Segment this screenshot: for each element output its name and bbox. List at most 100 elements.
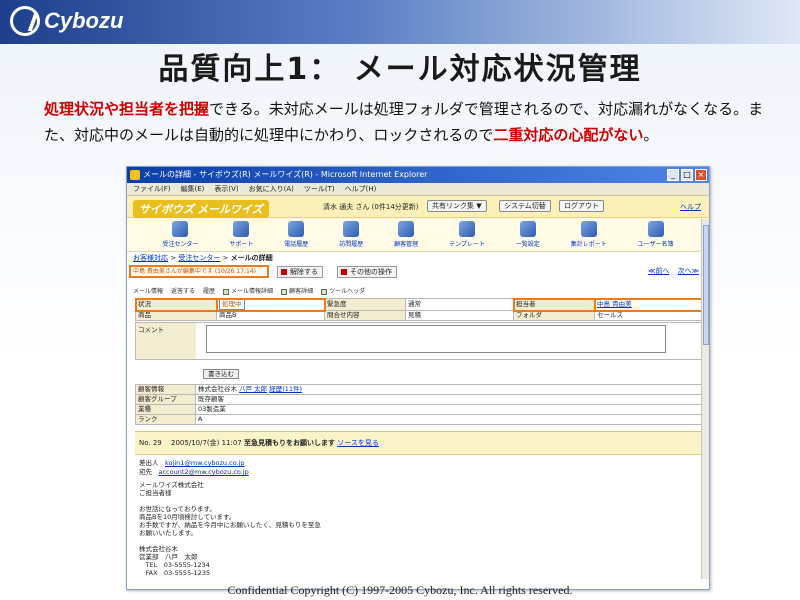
inquiry-label: 問合せ内容 — [324, 310, 406, 321]
help-link[interactable]: ヘルプ — [680, 202, 701, 212]
app-nav: 受注センター サポート 電話履歴 訪問履歴 顧客管理 テンプレート 一覧設定 集… — [127, 218, 709, 252]
mail-date: 2005/10/7(金) 11:07 — [171, 439, 242, 447]
order-center-icon — [172, 221, 189, 237]
subtab-tool-header[interactable]: ツールヘッダ — [321, 286, 365, 298]
nav-label: 受注センター — [162, 241, 199, 248]
subtab-reply[interactable]: 返答する — [171, 286, 195, 298]
logo-text: Cybozu — [44, 8, 124, 33]
from-row: 差出人 kojin1@mw.cybozu.co.jp — [139, 459, 697, 468]
owner-link[interactable]: 中島 貴由美 — [597, 300, 632, 308]
menu-view[interactable]: 表示(V) — [214, 183, 238, 195]
nav-label: 一覧設定 — [515, 241, 540, 248]
nav-templates[interactable]: テンプレート — [449, 221, 485, 248]
folder-value[interactable]: セールス — [594, 310, 703, 321]
nav-label: 顧客管理 — [394, 241, 419, 248]
from-address[interactable]: kojin1@mw.cybozu.co.jp — [165, 459, 245, 467]
close-icon[interactable]: × — [695, 169, 707, 181]
write-comment-button[interactable]: 書き込む — [203, 369, 239, 379]
checkbox[interactable] — [223, 288, 230, 295]
breadcrumb: お客様対応 > 受注センター > メールの詳細 — [127, 252, 709, 264]
desc-highlight-1: 処理状況や担当者を把握 — [44, 100, 210, 118]
table-row: 商品 商品B 問合せ内容 見積 フォルダ セールス — [135, 310, 703, 321]
mail-body: メールワイズ株式会社 ご担当者様 お世話になっております。 商品Bを10月頃検討… — [139, 481, 321, 577]
logout-button[interactable]: ログアウト — [559, 200, 604, 212]
nav-label: 集計レポート — [570, 241, 607, 248]
crumb-customer-support[interactable]: お客様対応 — [133, 254, 168, 262]
slide-description: 処理状況や担当者を把握できる。未対応メールは処理フォルダで管理されるので、対応漏… — [44, 96, 784, 148]
next-link[interactable]: 次へ≫ — [678, 267, 699, 275]
to-label: 宛先 — [139, 468, 152, 476]
scrollbar[interactable] — [701, 219, 709, 579]
app-header: サイボウズ メールワイズ 清水 通夫 さん (0件14分更新) 共有リンク集 ▼… — [127, 196, 709, 218]
ie-icon — [130, 170, 140, 180]
mail-subject: 至急見積もりをお願いします — [244, 439, 335, 447]
nav-support[interactable]: サポート — [229, 221, 253, 248]
nav-reports[interactable]: 集計レポート — [571, 221, 607, 248]
status-select[interactable]: 処理中 — [219, 299, 245, 310]
nav-visit-history[interactable]: 訪問履歴 — [339, 221, 363, 248]
unlock-button[interactable]: 解除する — [277, 266, 323, 278]
comment-section: コメント — [135, 322, 703, 360]
nav-list-settings[interactable]: 一覧設定 — [516, 221, 540, 248]
comment-textarea[interactable] — [206, 325, 666, 353]
share-links-button[interactable]: 共有リンク集 ▼ — [427, 200, 487, 212]
slide-title: 品質向上1： メール対応状況管理 — [158, 52, 642, 87]
pager: ≪前へ 次へ≫ — [642, 266, 699, 276]
menu-help[interactable]: ヘルプ(H) — [345, 183, 377, 195]
customer-icon — [398, 221, 415, 237]
subtab-mail-info[interactable]: メール情報 — [133, 286, 163, 298]
history-link[interactable]: 経歴(11件) — [269, 385, 302, 393]
other-actions-button[interactable]: その他の操作 — [337, 266, 397, 278]
prev-link[interactable]: ≪前へ — [648, 267, 669, 275]
menu-file[interactable]: ファイル(F) — [133, 183, 171, 195]
crumb-order-center[interactable]: 受注センター — [178, 254, 220, 262]
owner-value[interactable]: 中島 貴由美 — [593, 297, 704, 312]
subtab-mail-detail[interactable]: メール情報詳細 — [223, 286, 273, 298]
minimize-icon[interactable]: _ — [667, 169, 679, 181]
subtab-label: ツールヘッダ — [329, 288, 366, 295]
table-row: 状況 処理中 緊急度 通常 担当者 中島 貴由美 — [134, 297, 704, 312]
urgency-value[interactable]: 通常 — [405, 298, 514, 311]
system-switch-button[interactable]: システム切替 — [499, 200, 551, 212]
cybozu-logo-icon — [10, 6, 40, 36]
to-row: 宛先 account2@mw.cybozu.co.jp — [139, 468, 697, 477]
customer-table: 顧客情報 株式会社谷木 八戸 太郎 経歴(11件) 顧客グループ 既存顧客 業種… — [135, 384, 703, 425]
to-address[interactable]: account2@mw.cybozu.co.jp — [159, 468, 249, 476]
checkbox[interactable] — [281, 288, 288, 295]
nav-label: テンプレート — [449, 241, 485, 248]
nav-customers[interactable]: 顧客管理 — [394, 221, 418, 248]
menu-tools[interactable]: ツール(T) — [304, 183, 335, 195]
comment-label: コメント — [136, 323, 196, 359]
inquiry-value[interactable]: 見積 — [405, 310, 514, 321]
product-value[interactable]: 商品B — [216, 310, 325, 321]
nav-users[interactable]: ユーザー名簿 — [638, 221, 674, 248]
view-source-link[interactable]: ソースを見る — [337, 439, 379, 447]
from-label: 差出人 — [139, 459, 159, 467]
window-controls: _ □ × — [667, 169, 707, 181]
nav-phone-history[interactable]: 電話履歴 — [284, 221, 308, 248]
users-icon — [647, 221, 664, 237]
scrollbar-thumb[interactable] — [703, 225, 709, 345]
app-brand[interactable]: サイボウズ メールワイズ — [133, 200, 269, 218]
owner-label: 担当者 — [512, 297, 596, 312]
subtab-history[interactable]: 履歴 — [203, 286, 215, 298]
group-label: 顧客グループ — [135, 394, 196, 405]
company-name[interactable]: 株式会社谷木 — [198, 385, 237, 393]
cybozu-logo: Cybozu — [10, 6, 123, 36]
subtab-label: メール情報詳細 — [231, 288, 274, 295]
mail-number: No. 29 — [139, 439, 162, 447]
template-icon — [458, 221, 475, 237]
subtab-label: 顧客詳細 — [289, 288, 314, 295]
mail-fields-table: 状況 処理中 緊急度 通常 担当者 中島 貴由美 商品 商品B 問合せ内容 見積… — [134, 297, 704, 321]
contact-person-link[interactable]: 八戸 太郎 — [239, 385, 267, 393]
subtab-customer-detail[interactable]: 顧客詳細 — [281, 286, 313, 298]
nav-label: 訪問履歴 — [339, 241, 364, 248]
nav-order-center[interactable]: 受注センター — [162, 221, 198, 248]
action-bar: 中島 貴由美さんが編集中です (10/26 17:14) 解除する その他の操作… — [127, 264, 709, 280]
maximize-icon[interactable]: □ — [681, 169, 693, 181]
status-value[interactable]: 処理中 — [215, 297, 326, 312]
menu-favorites[interactable]: お気に入り(A) — [249, 183, 294, 195]
mail-meta: 差出人 kojin1@mw.cybozu.co.jp 宛先 account2@m… — [135, 455, 701, 481]
checkbox[interactable] — [321, 288, 328, 295]
menu-edit[interactable]: 編集(E) — [181, 183, 205, 195]
